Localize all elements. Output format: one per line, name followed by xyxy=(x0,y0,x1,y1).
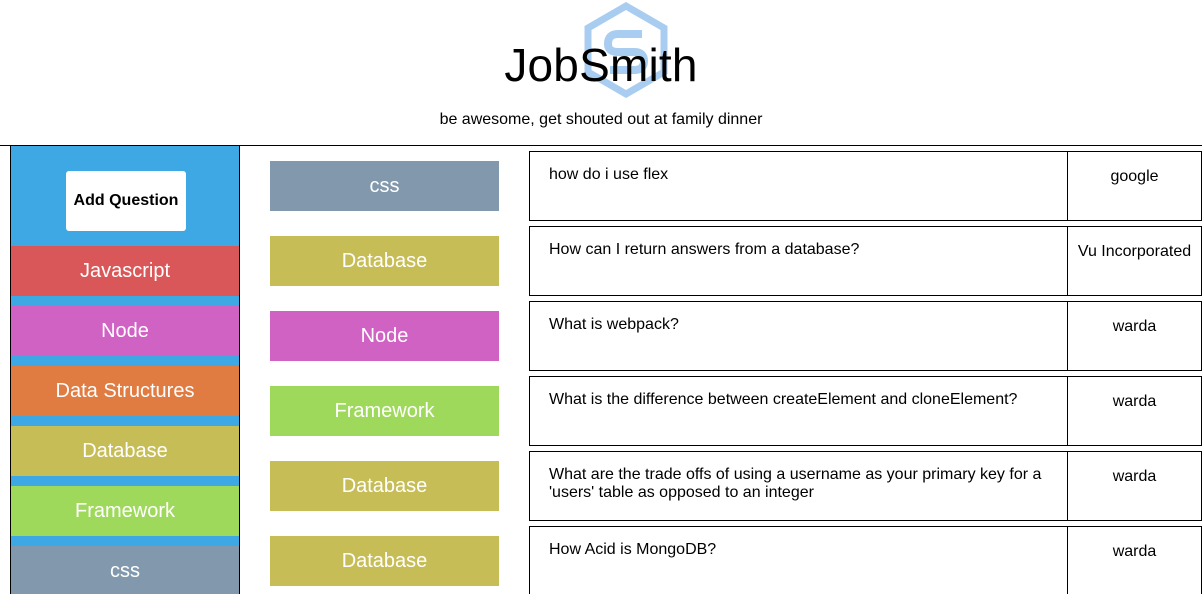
question-row[interactable]: how do i use flex google xyxy=(529,151,1202,221)
question-text: How can I return answers from a database… xyxy=(530,227,1068,295)
sidebar-item-database[interactable]: Database xyxy=(11,426,239,476)
question-text: What is the difference between createEle… xyxy=(530,377,1068,445)
question-text: How Acid is MongoDB? xyxy=(530,527,1068,594)
question-tag: Node xyxy=(270,311,499,361)
app-title: JobSmith xyxy=(504,39,698,91)
header: JobSmith be awesome, get shouted out at … xyxy=(0,0,1202,146)
question-row[interactable]: How can I return answers from a database… xyxy=(529,226,1202,296)
add-question-button[interactable]: Add Question xyxy=(66,171,186,231)
question-tag: Framework xyxy=(270,386,499,436)
category-sidebar: Add Question Javascript Node Data Struct… xyxy=(10,146,240,594)
question-author: warda xyxy=(1112,318,1157,335)
question-row[interactable]: What is the difference between createEle… xyxy=(529,376,1202,446)
question-row[interactable]: What are the trade offs of using a usern… xyxy=(529,451,1202,521)
question-row[interactable]: How Acid is MongoDB? warda xyxy=(529,526,1202,594)
question-tag: Database xyxy=(270,536,499,586)
question-text: how do i use flex xyxy=(530,152,1068,220)
question-text: What are the trade offs of using a usern… xyxy=(530,452,1068,520)
question-text: What is webpack? xyxy=(530,302,1068,370)
question-author: Vu Incorporated xyxy=(1077,243,1192,260)
sidebar-item-javascript[interactable]: Javascript xyxy=(11,246,239,296)
question-author: warda xyxy=(1112,468,1157,485)
sidebar-item-framework[interactable]: Framework xyxy=(11,486,239,536)
question-tag: Database xyxy=(270,461,499,511)
question-row[interactable]: What is webpack? warda xyxy=(529,301,1202,371)
question-author: google xyxy=(1110,168,1159,185)
sidebar-item-node[interactable]: Node xyxy=(11,306,239,356)
question-tag: css xyxy=(270,161,499,211)
question-tag: Database xyxy=(270,236,499,286)
sidebar-item-css[interactable]: css xyxy=(11,546,239,594)
question-author: warda xyxy=(1112,393,1157,410)
question-author: warda xyxy=(1112,543,1157,560)
app-subtitle: be awesome, get shouted out at family di… xyxy=(439,111,763,128)
sidebar-item-data-structures[interactable]: Data Structures xyxy=(11,366,239,416)
